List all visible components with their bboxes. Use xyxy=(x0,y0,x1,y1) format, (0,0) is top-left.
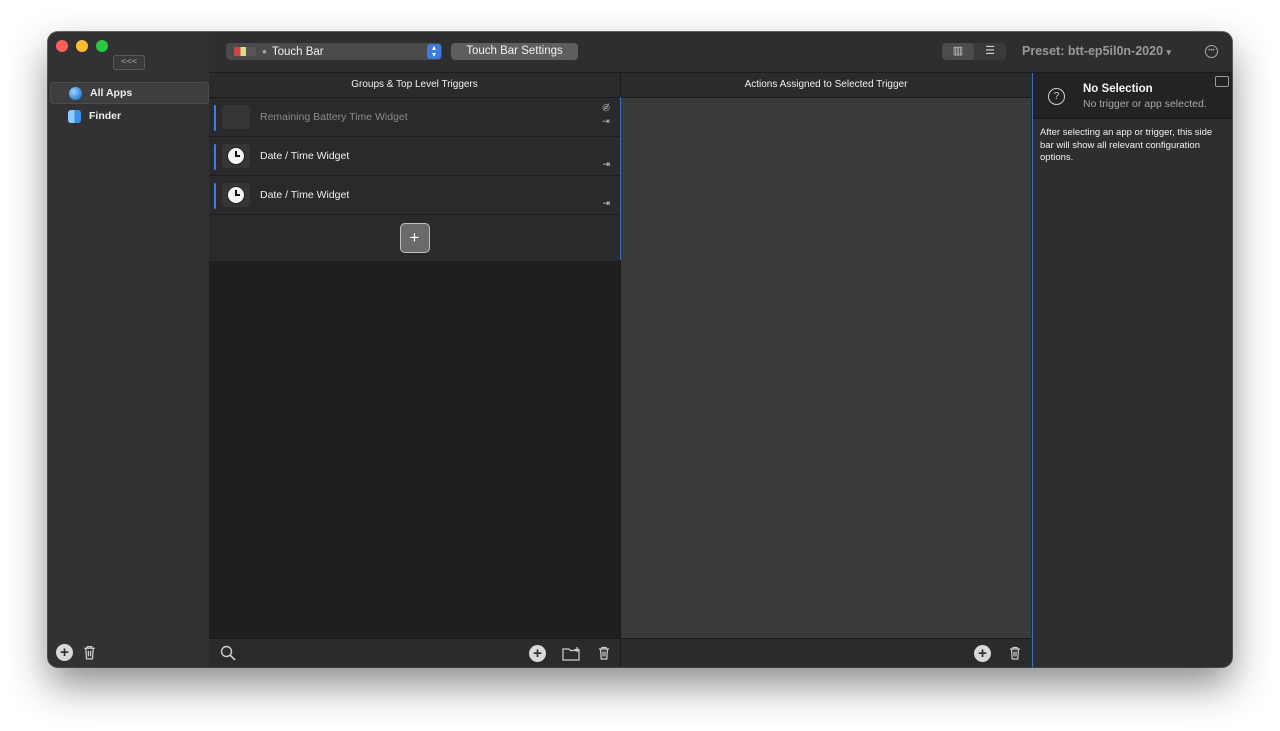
hidden-eye-icon[interactable]: ◎̸ xyxy=(602,102,610,113)
view-mode-toggle: ▥ ☰ xyxy=(942,43,1006,60)
groups-panel-header: Groups & Top Level Triggers xyxy=(209,73,620,98)
enabled-indicator xyxy=(214,144,216,170)
trigger-label: Date / Time Widget xyxy=(260,189,350,201)
app-item-label: All Apps xyxy=(90,87,133,99)
enabled-indicator xyxy=(214,105,216,131)
apps-sidebar: <<< All Apps Finder + xyxy=(48,32,210,667)
add-action-button[interactable]: + xyxy=(974,645,991,662)
app-item-finder[interactable]: Finder xyxy=(50,105,209,127)
chevron-down-icon: ▾ xyxy=(1166,47,1172,57)
enabled-indicator xyxy=(214,183,216,209)
separator-dot: ● xyxy=(262,47,267,56)
app-list: All Apps Finder xyxy=(50,82,209,128)
actions-panel-footer: + xyxy=(621,638,1031,667)
inspector-help-text: After selecting an app or trigger, this … xyxy=(1040,127,1213,163)
close-window-button[interactable] xyxy=(56,40,68,52)
minimize-window-button[interactable] xyxy=(76,40,88,52)
actions-panel: Actions Assigned to Selected Trigger + xyxy=(621,73,1031,667)
groups-panel: Groups & Top Level Triggers Remaining Ba… xyxy=(209,73,621,667)
trigger-label: Date / Time Widget xyxy=(260,150,350,162)
inspector-title: No Selection xyxy=(1083,83,1153,95)
sidebar-footer: + xyxy=(56,644,98,661)
trigger-row-status: ◎̸ ⇥ xyxy=(602,102,610,127)
detach-window-icon[interactable] xyxy=(1215,76,1229,87)
app-item-all-apps[interactable]: All Apps xyxy=(50,82,209,104)
question-icon: ? xyxy=(1048,88,1065,105)
window-controls xyxy=(56,40,108,52)
inspector-header: ? No Selection No trigger or app selecte… xyxy=(1033,73,1232,119)
trash-icon[interactable] xyxy=(596,645,612,661)
app-window: <<< All Apps Finder + ● Touch Bar ▴ ▾ To… xyxy=(48,32,1232,667)
trigger-label: Remaining Battery Time Widget xyxy=(260,111,408,123)
touch-bar-settings-button[interactable]: Touch Bar Settings xyxy=(451,43,578,60)
touch-bar-icon xyxy=(234,47,256,56)
trigger-row[interactable]: Date / Time Widget ⇥ xyxy=(209,137,620,176)
trash-icon[interactable] xyxy=(1007,645,1023,661)
collapse-sidebar-button[interactable]: <<< xyxy=(113,55,145,70)
clock-icon xyxy=(222,144,250,168)
tab-arrow-icon[interactable]: ⇥ xyxy=(602,116,610,127)
trigger-context-select[interactable]: ● Touch Bar ▴ ▾ xyxy=(226,43,442,60)
main-toolbar: ● Touch Bar ▴ ▾ Touch Bar Settings ▥ ☰ Pr… xyxy=(209,32,1232,73)
actions-panel-header: Actions Assigned to Selected Trigger xyxy=(621,73,1031,98)
zoom-window-button[interactable] xyxy=(96,40,108,52)
globe-icon xyxy=(69,86,82,100)
select-stepper-icon: ▴ ▾ xyxy=(427,44,441,59)
preset-selector[interactable]: Preset: btt-ep5il0n-2020 ▾ xyxy=(1022,44,1171,58)
tab-arrow-icon[interactable]: ⇥ xyxy=(602,159,610,170)
clock-icon xyxy=(222,183,250,207)
columns-view-icon[interactable]: ▥ xyxy=(942,43,974,60)
more-options-icon[interactable]: ••• xyxy=(1205,45,1218,58)
add-trigger-footer-button[interactable]: + xyxy=(529,645,546,662)
inspector-subtitle: No trigger or app selected. xyxy=(1083,98,1207,110)
add-trigger-button[interactable]: + xyxy=(399,223,430,253)
new-folder-icon[interactable] xyxy=(562,646,582,661)
preset-label: Preset: btt-ep5il0n-2020 xyxy=(1022,44,1164,58)
finder-icon xyxy=(68,109,81,123)
tab-arrow-icon[interactable]: ⇥ xyxy=(602,198,610,209)
delete-app-button[interactable] xyxy=(81,644,98,661)
trigger-row[interactable]: Date / Time Widget ⇥ xyxy=(209,176,620,215)
list-view-icon[interactable]: ☰ xyxy=(974,43,1006,60)
trigger-icon-placeholder xyxy=(222,105,250,129)
add-app-button[interactable]: + xyxy=(56,644,73,661)
trigger-row[interactable]: Remaining Battery Time Widget ◎̸ ⇥ xyxy=(209,98,620,137)
groups-panel-footer: + xyxy=(209,638,620,667)
inspector-sidebar: ? No Selection No trigger or app selecte… xyxy=(1032,73,1232,667)
context-select-value: Touch Bar xyxy=(271,45,324,58)
add-trigger-area: + xyxy=(209,215,620,261)
app-item-label: Finder xyxy=(89,110,122,122)
search-icon[interactable] xyxy=(220,645,236,661)
